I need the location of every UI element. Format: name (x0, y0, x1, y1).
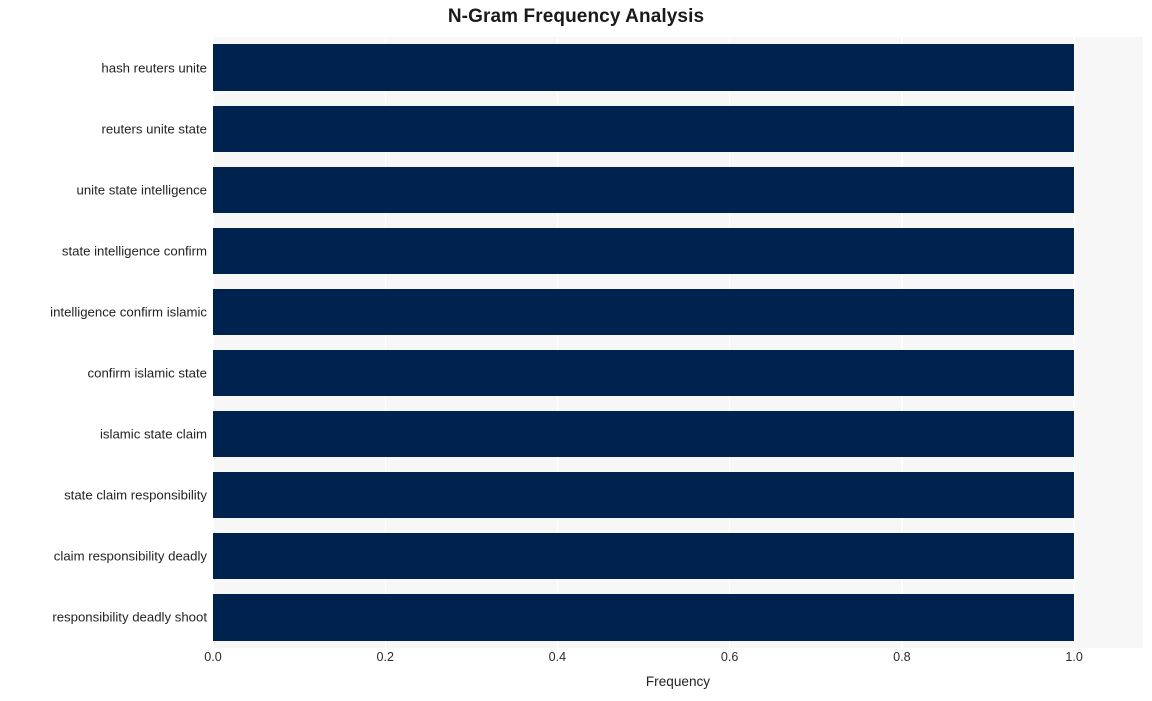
bar (213, 227, 1075, 274)
x-tick-label: 0.0 (204, 650, 222, 664)
plot-area (213, 37, 1143, 648)
bar (213, 472, 1075, 519)
bars-layer (213, 37, 1143, 648)
bar (213, 166, 1075, 213)
y-tick-label: intelligence confirm islamic (50, 304, 207, 320)
chart-title: N-Gram Frequency Analysis (447, 6, 705, 27)
x-tick-label: 0.2 (376, 650, 394, 664)
bar (213, 533, 1075, 580)
bar (213, 288, 1075, 335)
y-tick-label: claim responsibility deadly (53, 548, 207, 564)
x-tick-label: 0.4 (548, 650, 567, 664)
chart-figure: N-Gram Frequency Analysis hash reuters u… (0, 0, 1152, 701)
y-tick-label: responsibility deadly shoot (52, 609, 207, 625)
x-tick-label: 0.8 (893, 650, 911, 664)
y-tick-label: hash reuters unite (101, 60, 207, 76)
y-tick-label: state claim responsibility (64, 487, 207, 503)
bar (213, 594, 1075, 641)
y-tick-label: confirm islamic state (87, 365, 207, 381)
y-tick-label: islamic state claim (100, 426, 207, 442)
bar (213, 44, 1075, 91)
y-tick-label: unite state intelligence (76, 182, 208, 198)
y-tick-label: state intelligence confirm (61, 243, 207, 259)
x-tick-label: 1.0 (1065, 650, 1083, 664)
bar (213, 411, 1075, 458)
x-axis-tick-labels: 0.0 0.2 0.4 0.6 0.8 1.0 (0, 650, 1152, 672)
y-tick-label: reuters unite state (101, 121, 207, 137)
x-axis-title: Frequency (645, 674, 711, 689)
y-axis-tick-labels: hash reuters unite reuters unite state uni… (0, 37, 207, 648)
bar (213, 349, 1075, 397)
bar (213, 105, 1075, 152)
x-tick-label: 0.6 (720, 650, 739, 664)
